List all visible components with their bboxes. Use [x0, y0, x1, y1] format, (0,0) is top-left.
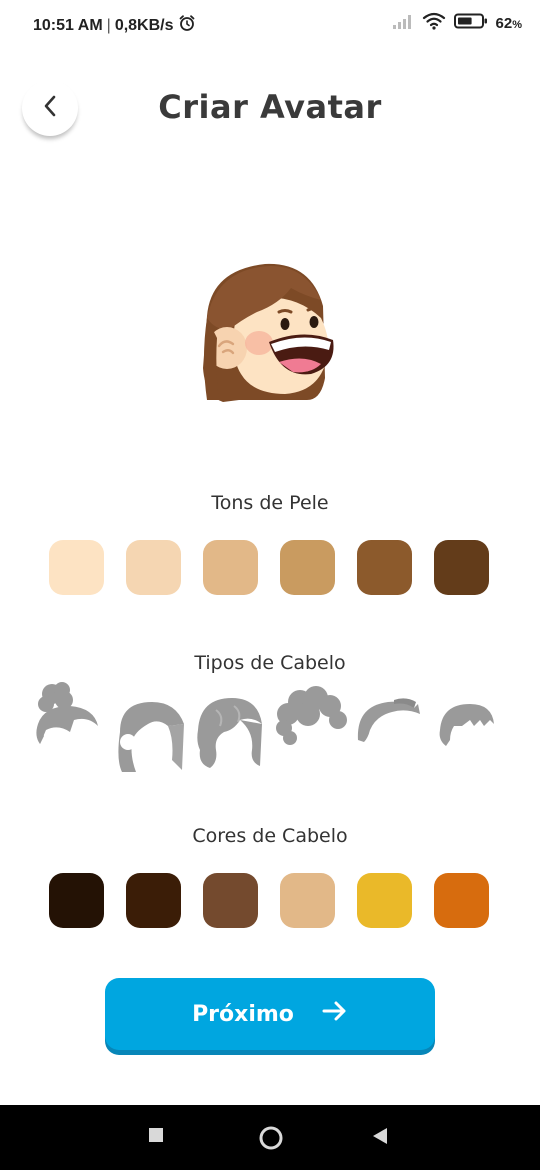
skin-tone-swatch-1[interactable] — [49, 540, 104, 595]
hair-colors-title: Cores de Cabelo — [192, 825, 348, 847]
status-right: 62% — [392, 12, 522, 34]
home-circle-icon[interactable] — [258, 1125, 284, 1155]
skin-tone-swatch-3[interactable] — [203, 540, 258, 595]
hair-type-options — [30, 680, 510, 780]
hair-color-swatch-4[interactable] — [280, 873, 335, 928]
signal-icon — [392, 13, 414, 33]
next-button-label: Próximo — [192, 1001, 294, 1027]
navigation-bar — [0, 1105, 540, 1170]
hair-short-swept-icon — [357, 698, 420, 742]
arrow-right-icon — [322, 1000, 348, 1028]
page-title: Criar Avatar — [158, 88, 382, 126]
hair-color-swatches — [49, 873, 489, 928]
recents-square-icon[interactable] — [148, 1125, 166, 1147]
alarm-icon — [178, 14, 196, 37]
next-button[interactable]: Próximo — [105, 978, 435, 1050]
hair-type-option-1[interactable] — [30, 680, 106, 780]
hair-color-swatch-3[interactable] — [203, 873, 258, 928]
skin-tone-swatch-6[interactable] — [434, 540, 489, 595]
skin-tones-title: Tons de Pele — [211, 492, 329, 514]
hair-color-swatch-5[interactable] — [357, 873, 412, 928]
hair-color-swatch-6[interactable] — [434, 873, 489, 928]
hair-long-wavy-icon — [197, 698, 262, 768]
status-time: 10:51 AM — [33, 16, 103, 34]
hair-color-swatch-1[interactable] — [49, 873, 104, 928]
hair-types-title: Tipos de Cabelo — [194, 652, 346, 674]
hair-type-option-4[interactable] — [274, 680, 350, 780]
wifi-icon — [422, 12, 446, 34]
skin-tone-swatch-4[interactable] — [280, 540, 335, 595]
hair-color-swatch-2[interactable] — [126, 873, 181, 928]
hair-bun-icon — [36, 682, 98, 744]
status-left: 10:51 AM | 0,8KB/s — [33, 14, 196, 37]
back-triangle-icon[interactable] — [370, 1125, 390, 1151]
skin-tone-swatch-5[interactable] — [357, 540, 412, 595]
skin-tone-swatch-2[interactable] — [126, 540, 181, 595]
battery-percent: 62% — [495, 14, 522, 32]
hair-bob-bangs-icon — [439, 704, 494, 746]
status-bar: 10:51 AM | 0,8KB/s 62% — [0, 0, 540, 50]
hair-type-option-5[interactable] — [354, 680, 430, 780]
hair-long-straight-icon — [118, 702, 184, 772]
status-separator: | — [106, 16, 111, 34]
hair-type-option-3[interactable] — [194, 680, 270, 780]
hair-curly-icon — [276, 686, 347, 745]
avatar-preview — [193, 258, 343, 408]
status-speed: 0,8KB/s — [114, 16, 174, 34]
hair-type-option-2[interactable] — [114, 680, 190, 780]
hair-type-option-6[interactable] — [434, 680, 510, 780]
battery-icon — [453, 13, 488, 33]
skin-tone-swatches — [49, 540, 489, 595]
